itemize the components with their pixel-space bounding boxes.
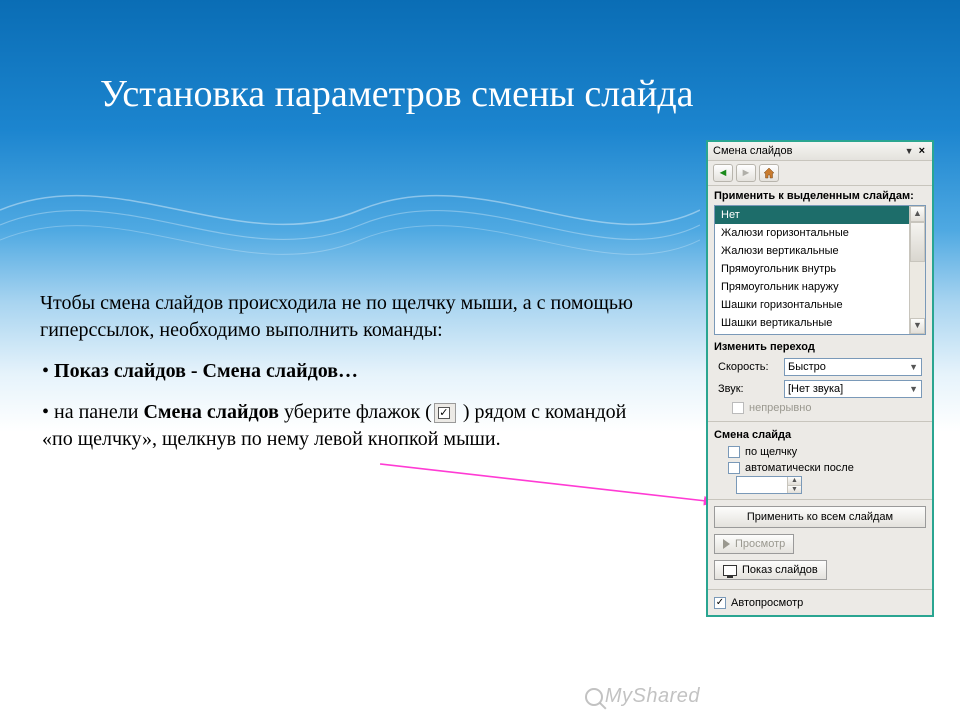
speed-label: Скорость:: [718, 361, 778, 373]
modify-transition-label: Изменить переход: [714, 341, 926, 353]
intro-paragraph: Чтобы смена слайдов происходила не по ще…: [40, 290, 650, 344]
pane-close-icon[interactable]: ×: [917, 145, 927, 157]
scroll-down-icon[interactable]: ▼: [910, 318, 925, 334]
transition-option[interactable]: Жалюзи вертикальные: [715, 242, 909, 260]
sound-combobox[interactable]: [Нет звука] ▼: [784, 380, 922, 398]
slideshow-button-label: Показ слайдов: [742, 564, 818, 576]
pointer-arrow: [380, 458, 720, 518]
watermark: MyShared: [585, 685, 700, 708]
on-click-label: по щелчку: [745, 446, 797, 458]
apply-to-label: Применить к выделенным слайдам:: [714, 190, 926, 202]
transition-option[interactable]: Шашки вертикальные: [715, 314, 909, 332]
autopreview-label: Автопросмотр: [731, 597, 803, 609]
bullet-2: • на панели Смена слайдов уберите флажок…: [40, 399, 650, 453]
preview-button-label: Просмотр: [735, 538, 785, 550]
sound-label: Звук:: [718, 383, 778, 395]
preview-button[interactable]: Просмотр: [714, 534, 794, 554]
pane-titlebar: Смена слайдов ▼ ×: [708, 142, 932, 161]
spinner-up-icon[interactable]: ▲: [787, 477, 801, 486]
bullet-1: • Показ слайдов - Смена слайдов…: [40, 358, 650, 385]
auto-after-label: автоматически после: [745, 462, 854, 474]
auto-after-checkbox[interactable]: [728, 462, 740, 474]
advance-slide-label: Смена слайда: [714, 429, 926, 441]
autopreview-checkbox[interactable]: ✓: [714, 597, 726, 609]
listbox-scrollbar[interactable]: ▲ ▼: [909, 206, 925, 334]
chevron-down-icon: ▼: [909, 384, 918, 394]
transition-listbox[interactable]: НетЖалюзи горизонтальныеЖалюзи вертикаль…: [714, 205, 926, 335]
slide-title: Установка параметров смены слайда: [100, 72, 694, 116]
slideshow-button[interactable]: Показ слайдов: [714, 560, 827, 580]
pane-menu-dropdown-icon[interactable]: ▼: [905, 146, 914, 156]
scroll-up-icon[interactable]: ▲: [910, 206, 925, 222]
transition-option[interactable]: Прямоугольник наружу: [715, 278, 909, 296]
apply-to-all-button[interactable]: Применить ко всем слайдам: [714, 506, 926, 528]
chevron-down-icon: ▼: [909, 362, 918, 372]
slide-body: Чтобы смена слайдов происходила не по ще…: [40, 290, 650, 467]
speed-combobox[interactable]: Быстро ▼: [784, 358, 922, 376]
nav-back-button[interactable]: ◄: [713, 164, 733, 182]
on-click-checkbox[interactable]: [728, 446, 740, 458]
loop-checkbox[interactable]: [732, 402, 744, 414]
decorative-waves: [0, 150, 700, 270]
transition-option[interactable]: Прямоугольник внутрь: [715, 260, 909, 278]
transition-option[interactable]: Жалюзи горизонтальные: [715, 224, 909, 242]
transition-option[interactable]: Шашки горизонтальные: [715, 296, 909, 314]
pane-title-text: Смена слайдов: [713, 145, 902, 157]
pane-nav-toolbar: ◄ ►: [708, 161, 932, 186]
auto-after-time-input[interactable]: ▲ ▼: [736, 476, 802, 494]
inline-checkbox-icon: ✓: [434, 403, 456, 423]
spinner-down-icon[interactable]: ▼: [787, 486, 801, 494]
nav-home-button[interactable]: [759, 164, 779, 182]
home-icon: [763, 167, 775, 179]
screen-icon: [723, 565, 737, 576]
scroll-thumb[interactable]: [910, 222, 925, 262]
transition-task-pane: Смена слайдов ▼ × ◄ ► Применить к выделе…: [706, 140, 934, 617]
loop-label: непрерывно: [749, 402, 811, 414]
transition-option[interactable]: Нет: [715, 206, 909, 224]
speed-value: Быстро: [788, 361, 826, 373]
nav-forward-button[interactable]: ►: [736, 164, 756, 182]
play-icon: [723, 539, 730, 549]
magnifier-icon: [585, 688, 603, 706]
sound-value: [Нет звука]: [788, 383, 843, 395]
